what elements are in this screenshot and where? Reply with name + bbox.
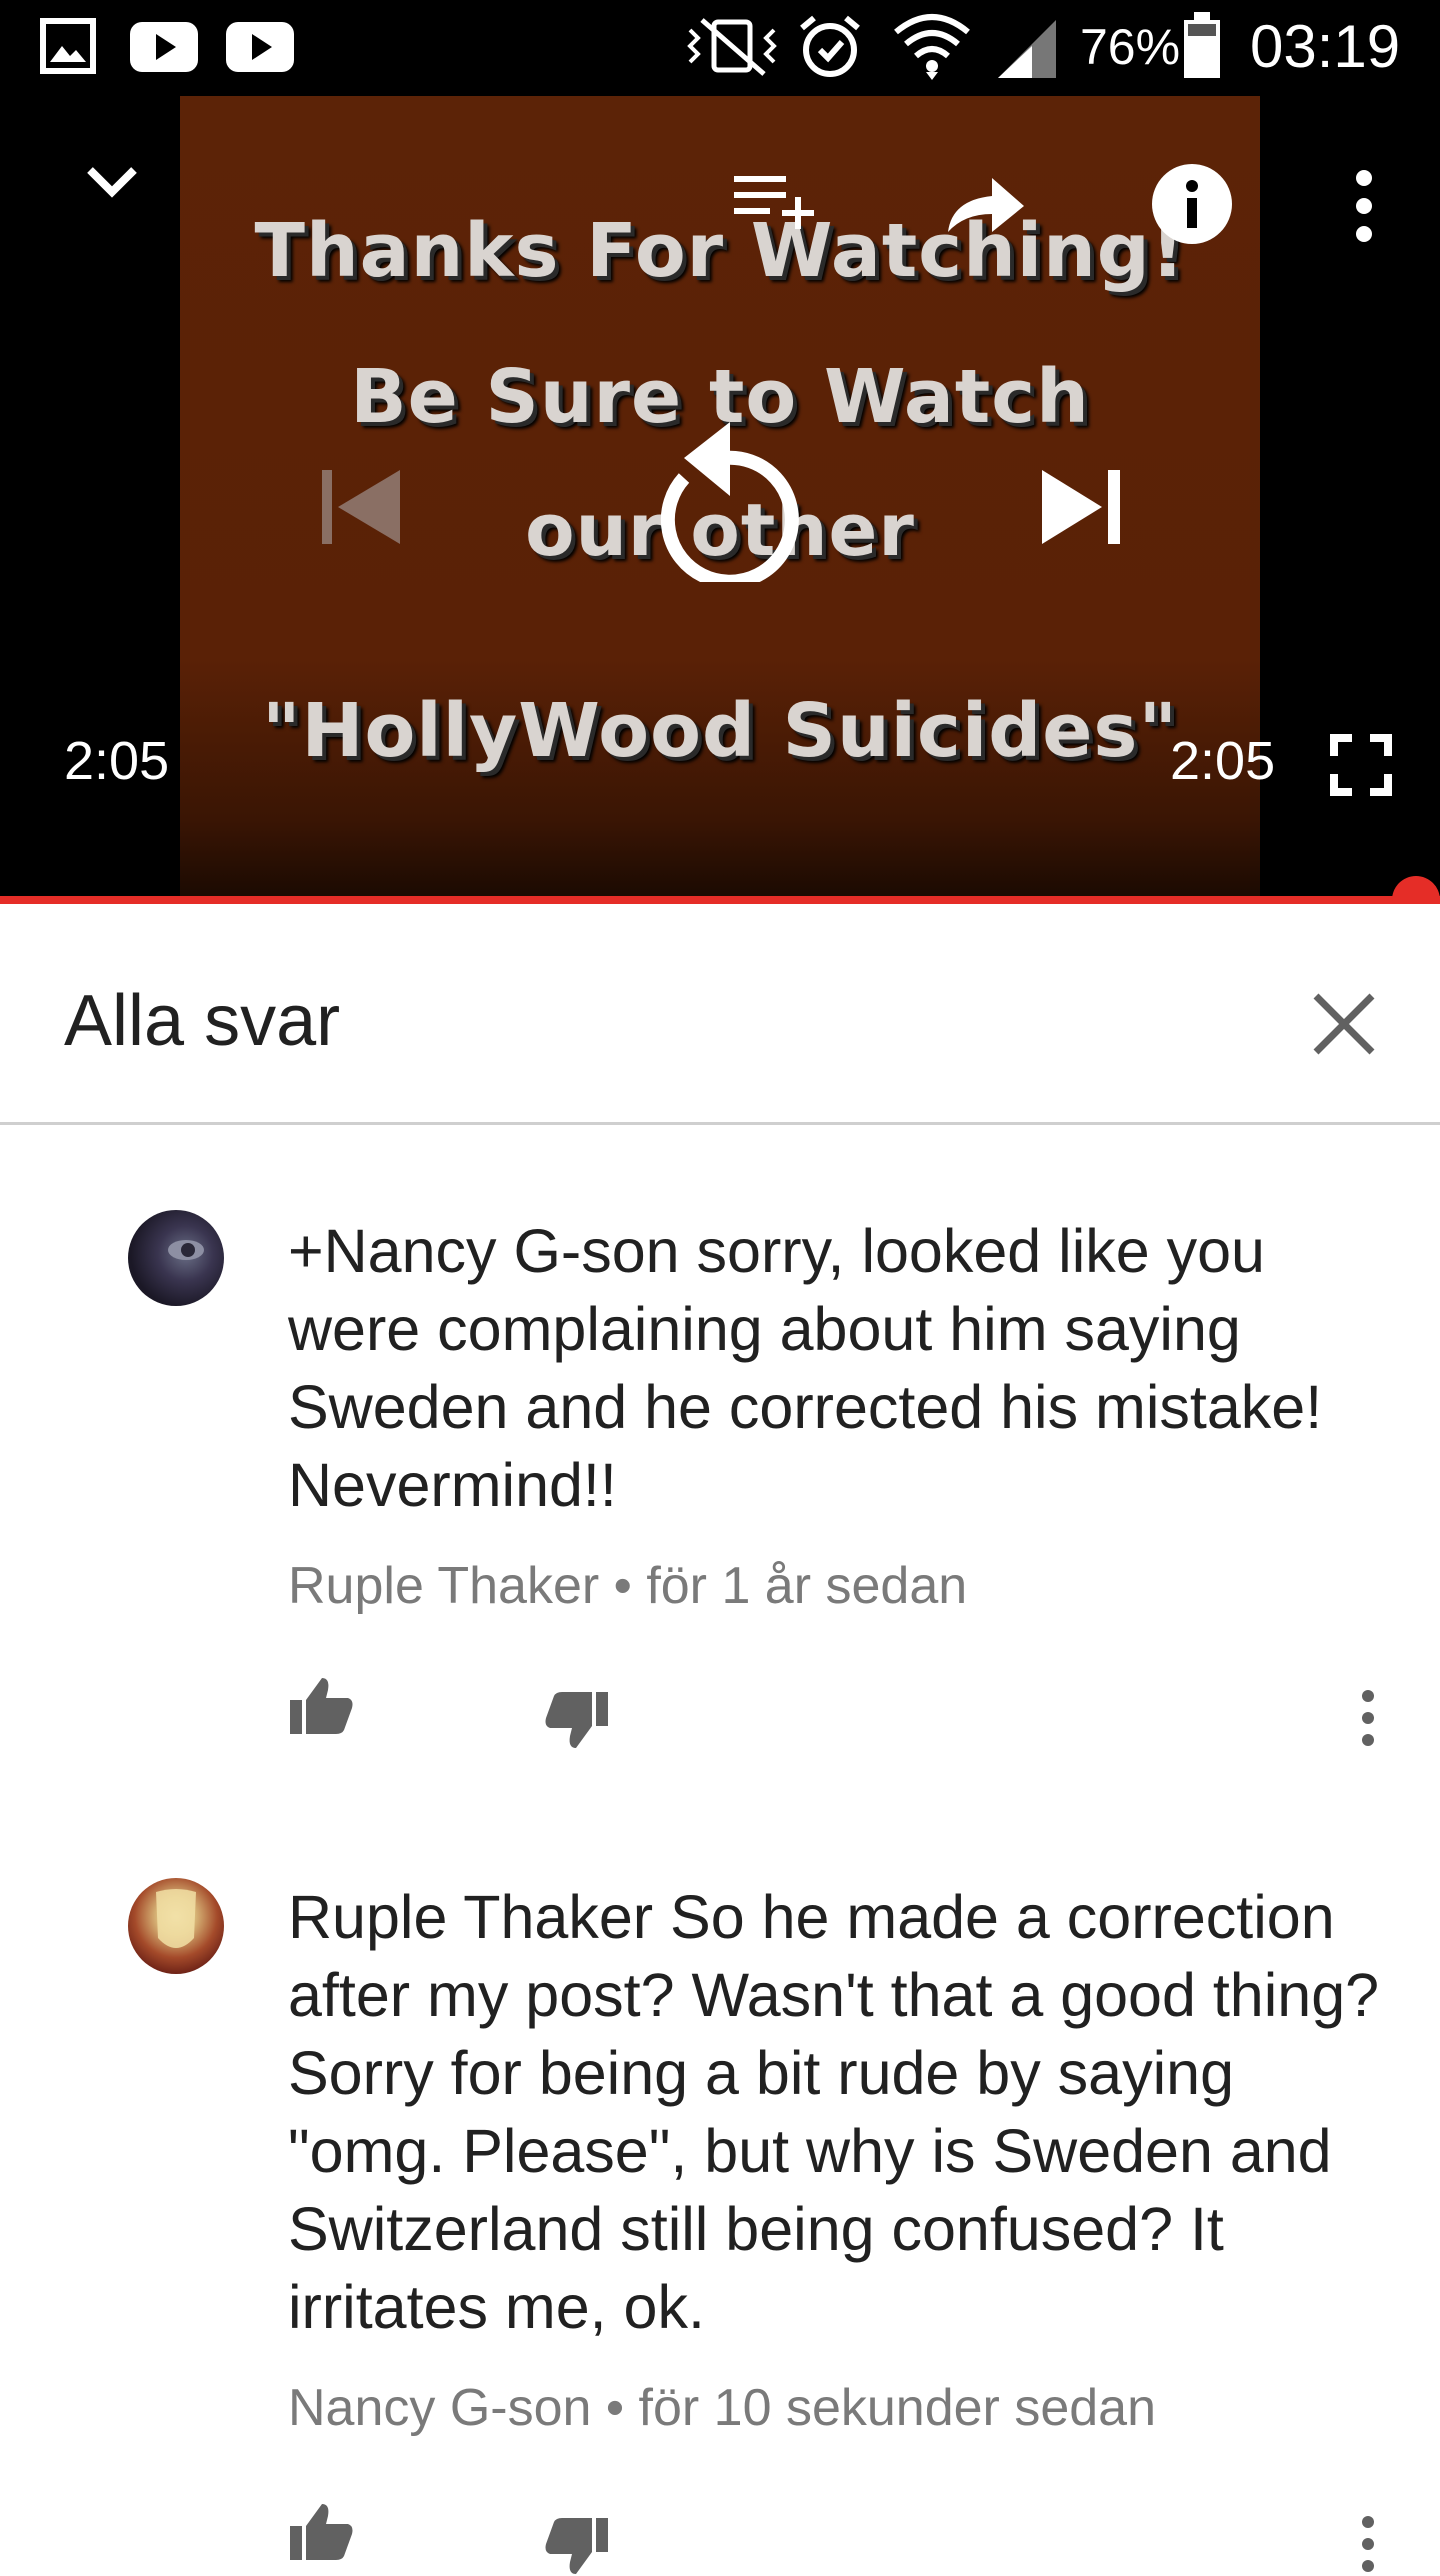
comment-meta: Ruple Thaker • för 1 år sedan [288,1557,968,1615]
like-icon[interactable] [288,2502,354,2564]
replies-title: Alla svar [64,981,341,1061]
comment-more-icon[interactable] [1350,1688,1386,1748]
youtube-icon [130,22,198,72]
battery-percent: 76% [1080,19,1181,75]
current-time: 2:05 [64,731,170,791]
progress-bar[interactable] [0,896,1440,904]
avatar[interactable] [128,1878,224,1974]
video-text-line: Thanks For Watching! [254,208,1186,294]
next-icon[interactable] [1036,462,1126,552]
share-icon[interactable] [944,172,1028,236]
dislike-icon[interactable] [544,1688,610,1750]
battery-icon [1184,12,1220,78]
more-vert-icon[interactable] [1344,166,1384,246]
clock: 03:19 [1250,13,1401,80]
status-bar: 76% 03:19 [0,0,1440,96]
video-player[interactable]: Thanks For Watching! Be Sure to Watch ou… [0,96,1440,900]
fullscreen-icon[interactable] [1330,734,1392,796]
avatar[interactable] [128,1210,224,1306]
like-icon[interactable] [288,1676,354,1738]
replay-icon[interactable] [640,412,802,582]
alarm-icon [800,15,860,77]
info-icon[interactable] [1150,162,1234,246]
add-to-playlist-icon[interactable] [732,170,822,234]
minimize-icon[interactable] [84,162,140,202]
duration: 2:05 [1170,731,1276,791]
comment-more-icon[interactable] [1350,2514,1386,2574]
youtube-icon [226,22,294,72]
wifi-icon [894,14,970,80]
comment-meta: Nancy G-son • för 10 sekunder sedan [288,2379,1157,2437]
close-icon[interactable] [1296,976,1392,1072]
comment-text: Ruple Thaker So he made a correction aft… [288,1883,1380,2341]
previous-icon[interactable] [316,462,406,552]
dislike-icon[interactable] [544,2514,610,2576]
comment-text: +Nancy G-son sorry, looked like you were… [288,1217,1323,1519]
replies-header: Alla svar [0,904,1440,1125]
avatar-image [156,1889,196,1948]
signal-icon [998,20,1056,78]
gallery-icon [40,18,96,74]
video-text-line: "HollyWood Suicides" [261,688,1179,774]
avatar-image [168,1240,204,1260]
vibrate-icon [687,18,777,76]
